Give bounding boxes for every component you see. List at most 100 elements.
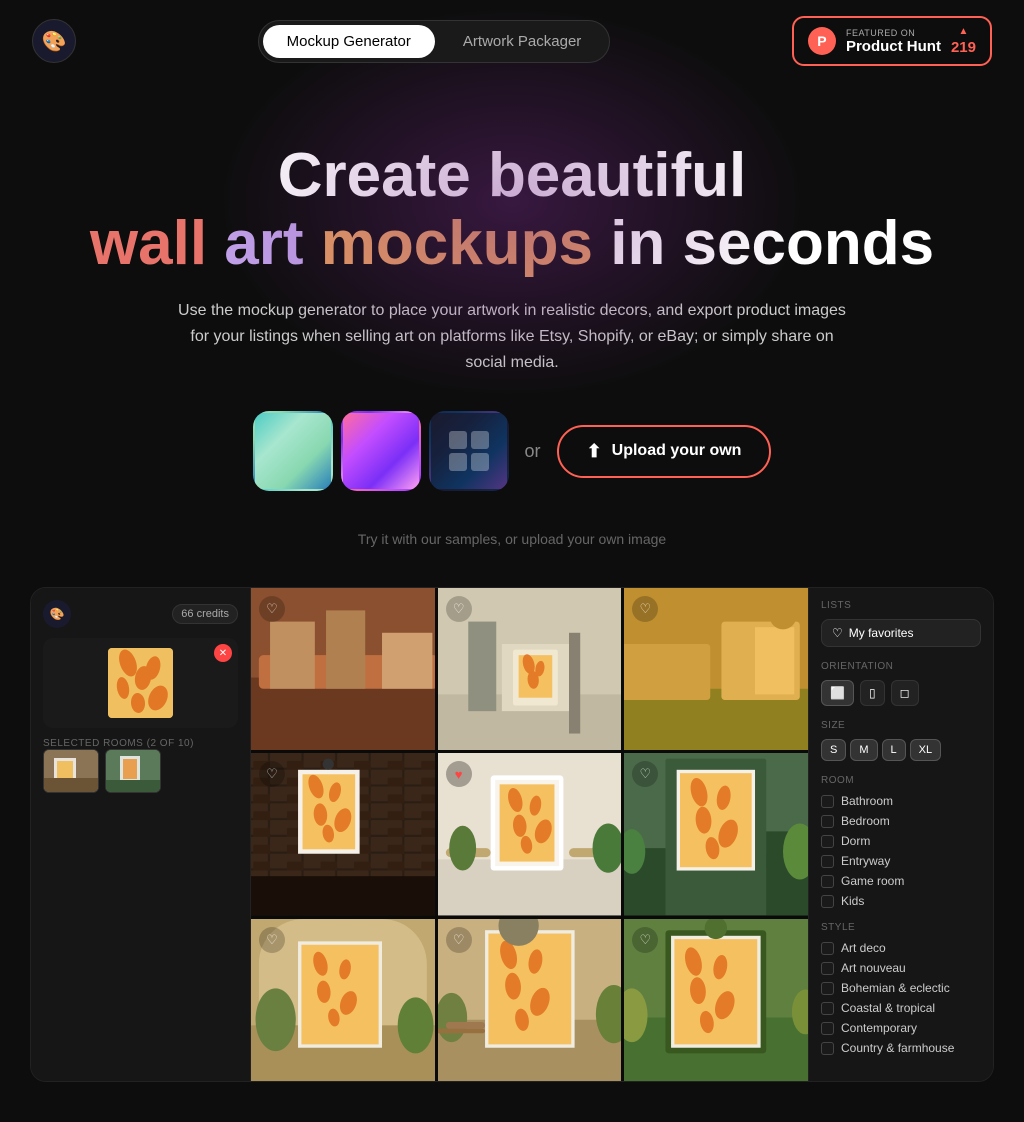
word-mockups: mockups	[321, 209, 593, 278]
checkbox-kids[interactable]	[821, 895, 834, 908]
style-artdeco[interactable]: Art deco	[821, 941, 981, 955]
panel-logo-icon: 🎨	[43, 600, 71, 628]
orient-square[interactable]: ◻	[891, 680, 919, 706]
checkbox-artdeco[interactable]	[821, 942, 834, 955]
samples-hint: Try it with our samples, or upload your …	[40, 531, 984, 547]
hero-title-line1: Create beautiful	[40, 142, 984, 210]
favorite-button-2[interactable]: ♡	[446, 596, 472, 622]
style-contemporary[interactable]: Contemporary	[821, 1021, 981, 1035]
favorite-button-9[interactable]: ♡	[632, 927, 658, 953]
ph-arrow-icon: ▲	[959, 26, 969, 37]
upload-icon: ⬆	[587, 441, 602, 462]
grid-cell-1	[449, 431, 467, 449]
filter-room: ROOM Bathroom Bedroom Dorm	[821, 775, 981, 908]
size-s[interactable]: S	[821, 739, 846, 761]
room-kids[interactable]: Kids	[821, 894, 981, 908]
grid-pattern-icon	[449, 431, 489, 471]
checkbox-bohemian[interactable]	[821, 982, 834, 995]
word-in-seconds: in seconds	[610, 209, 934, 278]
mockup-room-8[interactable]: ♡	[438, 919, 622, 1081]
size-l[interactable]: L	[882, 739, 906, 761]
logo[interactable]: 🎨	[32, 19, 76, 63]
mockup-room-5[interactable]: ♥	[438, 753, 622, 915]
hero-subtitle: Use the mockup generator to place your a…	[172, 298, 852, 375]
product-hunt-badge[interactable]: P FEATURED ON Product Hunt ▲ 219	[792, 16, 992, 66]
grid-cell-3	[449, 453, 467, 471]
checkbox-coastal[interactable]	[821, 1002, 834, 1015]
mockup-room-4[interactable]: ♡	[251, 753, 435, 915]
product-hunt-icon: P	[808, 27, 836, 55]
tab-artwork-packager[interactable]: Artwork Packager	[439, 25, 605, 58]
word-art: art	[224, 209, 303, 278]
room-bathroom[interactable]: Bathroom	[821, 794, 981, 808]
or-divider: or	[525, 441, 541, 462]
checkbox-entryway[interactable]	[821, 855, 834, 868]
favorite-button-7[interactable]: ♡	[259, 927, 285, 953]
delete-artwork-button[interactable]: ✕	[214, 644, 232, 662]
artwork-svg	[108, 648, 173, 718]
orient-portrait[interactable]: ▯	[860, 680, 885, 706]
favorites-label: My favorites	[849, 626, 914, 640]
size-m[interactable]: M	[850, 739, 877, 761]
sample-image-1[interactable]	[253, 411, 333, 491]
favorites-button[interactable]: ♡ My favorites	[821, 619, 981, 647]
style-country[interactable]: Country & farmhouse	[821, 1041, 981, 1055]
right-panel: LISTS ♡ My favorites ORIENTATION ⬜ ▯ ◻ S…	[808, 588, 993, 1081]
size-xl[interactable]: XL	[910, 739, 941, 761]
sample-image-3[interactable]	[429, 411, 509, 491]
orientation-label: ORIENTATION	[821, 661, 981, 672]
mockup-room-2[interactable]: ♡	[438, 588, 622, 750]
grid-cell-2	[471, 431, 489, 449]
style-coastal[interactable]: Coastal & tropical	[821, 1001, 981, 1015]
size-buttons: S M L XL	[821, 739, 981, 761]
nav-tabs: Mockup Generator Artwork Packager	[258, 20, 611, 63]
demo-section: 🎨 66 credits	[0, 587, 1024, 1122]
credits-badge: 66 credits	[172, 604, 238, 624]
orient-landscape[interactable]: ⬜	[821, 680, 854, 706]
hero-title: Create beautiful wall art mockups in sec…	[40, 142, 984, 278]
room-gameroom[interactable]: Game room	[821, 874, 981, 888]
word-wall: wall	[90, 209, 207, 278]
mockup-room-7[interactable]: ♡	[251, 919, 435, 1081]
style-checkboxes: Art deco Art nouveau Bohemian & eclectic…	[821, 941, 981, 1055]
style-bohemian[interactable]: Bohemian & eclectic	[821, 981, 981, 995]
filter-orientation: ORIENTATION ⬜ ▯ ◻	[821, 661, 981, 706]
mockup-room-6[interactable]: ♡	[624, 753, 808, 915]
selected-room-2[interactable]	[105, 749, 161, 793]
favorite-button-1[interactable]: ♡	[259, 596, 285, 622]
checkbox-artnouveau[interactable]	[821, 962, 834, 975]
hero-section: Create beautiful wall art mockups in sec…	[0, 82, 1024, 587]
style-artnouveau[interactable]: Art nouveau	[821, 961, 981, 975]
selected-room-1[interactable]	[43, 749, 99, 793]
filter-style: STYLE Art deco Art nouveau Bohemian & ec…	[821, 922, 981, 1055]
checkbox-bedroom[interactable]	[821, 815, 834, 828]
favorite-button-5[interactable]: ♥	[446, 761, 472, 787]
checkbox-gameroom[interactable]	[821, 875, 834, 888]
style-label: STYLE	[821, 922, 981, 933]
demo-container: 🎨 66 credits	[30, 587, 994, 1082]
room-entryway[interactable]: Entryway	[821, 854, 981, 868]
mockup-room-3[interactable]: ♡	[624, 588, 808, 750]
ph-number: 219	[951, 39, 976, 56]
heart-icon: ♡	[832, 626, 843, 640]
navbar: 🎨 Mockup Generator Artwork Packager P FE…	[0, 0, 1024, 82]
filter-size: SIZE S M L XL	[821, 720, 981, 761]
hero-title-line2: wall art mockups in seconds	[40, 210, 984, 278]
artwork-preview: ✕	[43, 638, 238, 728]
room-label: ROOM	[821, 775, 981, 786]
favorite-button-8[interactable]: ♡	[446, 927, 472, 953]
tab-mockup-generator[interactable]: Mockup Generator	[263, 25, 435, 58]
checkbox-country[interactable]	[821, 1042, 834, 1055]
artwork-thumbnail[interactable]	[108, 648, 173, 718]
filter-lists: LISTS ♡ My favorites	[821, 600, 981, 647]
logo-icon: 🎨	[42, 29, 67, 54]
room-bedroom[interactable]: Bedroom	[821, 814, 981, 828]
upload-button[interactable]: ⬆ Upload your own	[557, 425, 772, 478]
sample-image-2[interactable]	[341, 411, 421, 491]
room-dorm[interactable]: Dorm	[821, 834, 981, 848]
mockup-room-9[interactable]: ♡	[624, 919, 808, 1081]
mockup-room-1[interactable]: ♡	[251, 588, 435, 750]
size-label: SIZE	[821, 720, 981, 731]
checkbox-bathroom[interactable]	[821, 795, 834, 808]
checkbox-dorm[interactable]	[821, 835, 834, 848]
